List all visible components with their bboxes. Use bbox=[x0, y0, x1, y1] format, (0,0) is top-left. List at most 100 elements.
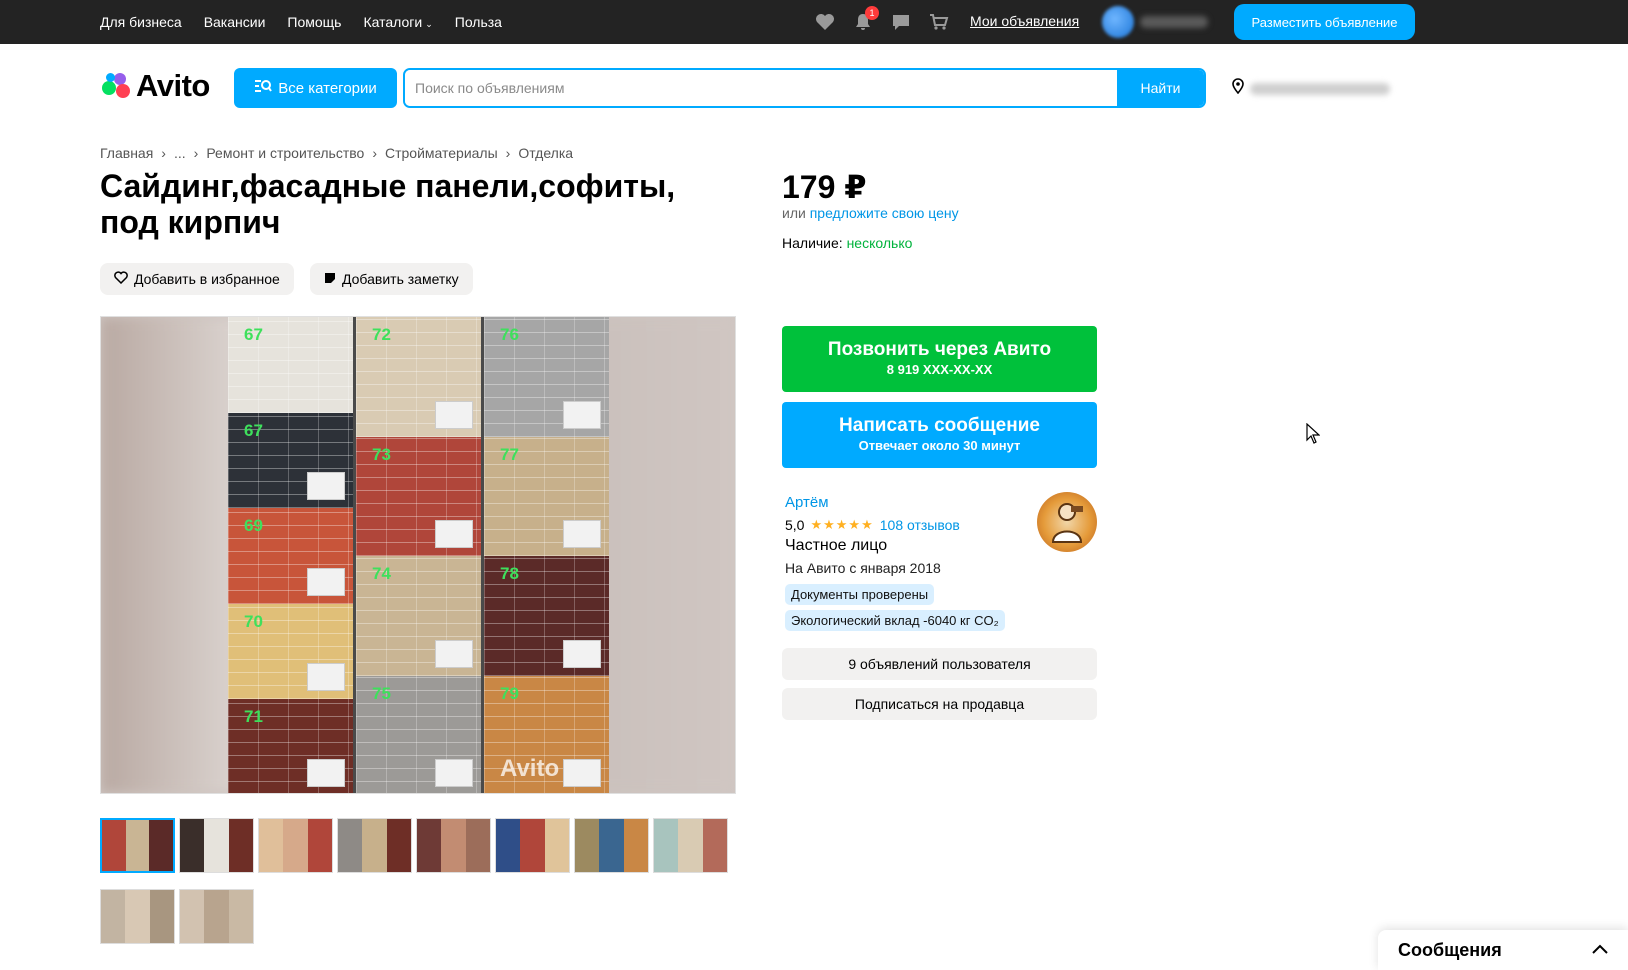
price: 179 ₽ bbox=[782, 169, 867, 205]
seller-type: Частное лицо bbox=[785, 537, 888, 554]
breadcrumb-repair[interactable]: Ремонт и строительство bbox=[206, 145, 364, 161]
cart-icon[interactable] bbox=[929, 12, 949, 32]
call-button-label: Позвонить через Авито bbox=[827, 339, 1052, 360]
seller-name-link[interactable]: Артём bbox=[785, 494, 829, 511]
search-input[interactable] bbox=[405, 70, 1117, 106]
thumbnail[interactable] bbox=[100, 818, 175, 873]
nav-catalogs[interactable]: Каталоги ⌄ bbox=[363, 14, 432, 30]
add-favorite-button[interactable]: Добавить в избранное bbox=[100, 263, 294, 295]
message-button-sub: Отвечает около 30 минут bbox=[858, 438, 1021, 453]
categories-search-icon bbox=[254, 79, 273, 97]
seller-rating: 5,0 ★★★★★ 108 отзывов bbox=[785, 517, 960, 533]
avatar[interactable] bbox=[1102, 6, 1134, 38]
bell-icon[interactable]: 1 bbox=[853, 6, 879, 32]
avito-logo[interactable]: Avito bbox=[100, 68, 210, 104]
breadcrumb-separator-icon: › bbox=[161, 145, 166, 161]
panel-swatch: 73 bbox=[356, 436, 481, 556]
breadcrumb-finishing[interactable]: Отделка bbox=[518, 145, 573, 161]
panel-swatch: 71 bbox=[228, 699, 353, 793]
seller-avatar[interactable] bbox=[1037, 492, 1097, 552]
panel-number: 76 bbox=[500, 325, 519, 344]
messenger-title: Сообщения bbox=[1398, 939, 1502, 960]
panel-swatch: 67 bbox=[228, 412, 353, 509]
seller-avatar-figure-icon bbox=[1051, 503, 1083, 543]
breadcrumb-ellipsis[interactable]: ... bbox=[174, 145, 186, 161]
panel-swatch: 72 bbox=[356, 317, 481, 437]
reviews-link[interactable]: 108 отзывов bbox=[880, 517, 960, 533]
offer-price-link[interactable]: предложите свою цену bbox=[810, 205, 959, 221]
location-redacted bbox=[1250, 82, 1390, 95]
panel-number: 74 bbox=[372, 564, 391, 583]
write-message-button[interactable]: Написать сообщение Отвечает около 30 мин… bbox=[782, 402, 1097, 468]
availability: Наличие: несколько bbox=[782, 235, 912, 251]
add-favorite-label: Добавить в избранное bbox=[134, 271, 280, 287]
nav-help[interactable]: Помощь bbox=[287, 14, 341, 30]
search-button[interactable]: Найти bbox=[1117, 70, 1204, 106]
add-note-label: Добавить заметку bbox=[342, 271, 459, 287]
location-selector[interactable] bbox=[1232, 78, 1390, 99]
panel-number: 72 bbox=[372, 325, 391, 344]
search-bar: Найти bbox=[403, 68, 1206, 108]
top-icons: 1 bbox=[815, 0, 949, 44]
price-or-label: или bbox=[782, 205, 806, 221]
rating-value: 5,0 bbox=[785, 517, 805, 533]
siding-panels-photo: 67 67 69 70 71 72 73 74 75 76 77 78 79 bbox=[228, 317, 609, 793]
thumbnail[interactable] bbox=[179, 889, 254, 944]
thumbnail[interactable] bbox=[179, 818, 254, 873]
panel-swatch: 74 bbox=[356, 556, 481, 676]
messenger-panel[interactable]: Сообщения bbox=[1378, 930, 1628, 970]
thumbnail[interactable] bbox=[416, 818, 491, 873]
availability-value: несколько bbox=[846, 235, 913, 251]
panel-swatch: 78 bbox=[484, 556, 609, 676]
location-pin-icon bbox=[1232, 78, 1244, 99]
panel-number: 77 bbox=[500, 444, 519, 464]
breadcrumb-separator-icon: › bbox=[505, 145, 511, 161]
thumbnail[interactable] bbox=[653, 818, 728, 873]
panel-number: 70 bbox=[244, 611, 263, 631]
main-photo[interactable]: 67 67 69 70 71 72 73 74 75 76 77 78 79 A… bbox=[100, 316, 736, 794]
add-note-button[interactable]: Добавить заметку bbox=[310, 263, 473, 295]
all-categories-button[interactable]: Все категории bbox=[234, 68, 397, 108]
nav-for-business[interactable]: Для бизнеса bbox=[100, 14, 182, 30]
price-offer-line: или предложите свою цену bbox=[782, 205, 959, 221]
panel-number: 69 bbox=[244, 516, 263, 536]
message-button-label: Написать сообщение bbox=[839, 415, 1040, 436]
call-button-phone: 8 919 XXX-XX-XX bbox=[886, 362, 993, 377]
eco-contribution-badge[interactable]: Экологический вклад -6040 кг CO₂ bbox=[785, 610, 1005, 631]
thumbnail[interactable] bbox=[495, 818, 570, 873]
page-title: Сайдинг,фасадные панели,софиты, под кирп… bbox=[100, 168, 676, 240]
chat-icon[interactable] bbox=[891, 12, 911, 32]
breadcrumb-home[interactable]: Главная bbox=[100, 145, 153, 161]
thumbnail[interactable] bbox=[258, 818, 333, 873]
breadcrumb-materials[interactable]: Стройматериалы bbox=[385, 145, 498, 161]
mouse-cursor-icon bbox=[1306, 422, 1321, 450]
thumbnail[interactable] bbox=[100, 889, 175, 944]
seller-since: На Авито с января 2018 bbox=[785, 560, 941, 576]
user-name-redacted[interactable] bbox=[1140, 16, 1208, 28]
panel-number: 79 bbox=[500, 683, 519, 703]
heart-outline-icon bbox=[114, 271, 128, 287]
panel-column: 76 77 78 79 bbox=[484, 317, 609, 793]
panel-column: 67 67 69 70 71 bbox=[228, 317, 356, 793]
panel-number: 67 bbox=[244, 420, 263, 440]
nav-vacancies[interactable]: Вакансии bbox=[204, 14, 266, 30]
thumbnail[interactable] bbox=[337, 818, 412, 873]
post-ad-button[interactable]: Разместить объявление bbox=[1234, 4, 1415, 40]
nav-benefit[interactable]: Польза bbox=[455, 14, 502, 30]
thumbnail[interactable] bbox=[574, 818, 649, 873]
call-button[interactable]: Позвонить через Авито 8 919 XXX-XX-XX bbox=[782, 326, 1097, 392]
my-ads-link[interactable]: Мои объявления bbox=[970, 13, 1079, 29]
seller-ads-button[interactable]: 9 объявлений пользователя bbox=[782, 648, 1097, 680]
chevron-up-icon[interactable] bbox=[1592, 941, 1608, 959]
panel-column: 72 73 74 75 bbox=[356, 317, 484, 793]
panel-swatch: 77 bbox=[484, 436, 609, 556]
subscribe-seller-button[interactable]: Подписаться на продавца bbox=[782, 688, 1097, 720]
logo-text: Avito bbox=[136, 68, 210, 103]
note-icon bbox=[324, 271, 336, 287]
panel-number: 73 bbox=[372, 444, 391, 464]
panel-swatch: 75 bbox=[356, 675, 481, 793]
breadcrumb-separator-icon: › bbox=[193, 145, 199, 161]
logo-dots-icon bbox=[100, 71, 132, 101]
heart-icon[interactable] bbox=[815, 12, 835, 32]
star-rating-icon: ★★★★★ bbox=[810, 517, 874, 532]
